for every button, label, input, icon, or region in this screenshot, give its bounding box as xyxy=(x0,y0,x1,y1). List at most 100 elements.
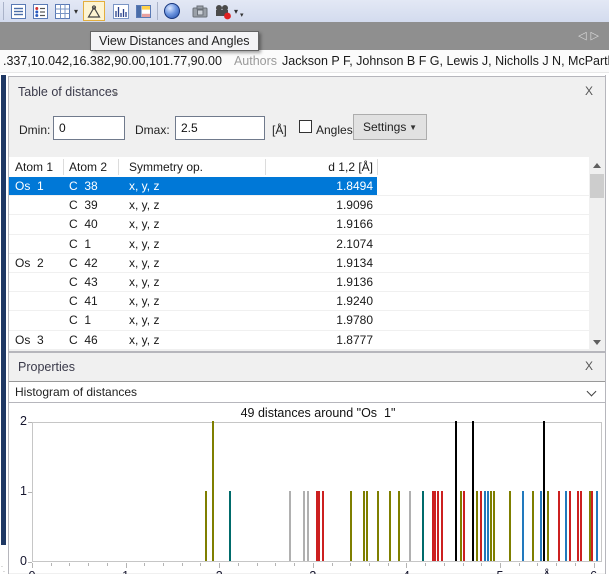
y-axis-label: 0 xyxy=(11,554,27,568)
properties-selector[interactable]: Histogram of distances xyxy=(9,381,605,403)
table-scrollbar[interactable] xyxy=(589,157,605,350)
cell-atom2: C 38 xyxy=(69,179,98,193)
cell-atom2: C 39 xyxy=(69,198,98,212)
properties-panel: Properties X Histogram of distances 49 d… xyxy=(8,352,606,574)
close-icon[interactable]: X xyxy=(581,83,597,99)
cell-atom2: C 1 xyxy=(69,313,91,327)
dmax-input[interactable] xyxy=(175,116,265,140)
histogram-bar xyxy=(455,421,457,561)
sphere-icon[interactable] xyxy=(161,1,183,21)
distance-controls: Dmin: Dmax: [Å] Angles Settings ▼ xyxy=(9,107,605,157)
histogram-bar xyxy=(307,491,309,561)
x-axis-tick xyxy=(575,563,576,566)
histogram-bar xyxy=(472,421,474,561)
cell-distance: 1.8777 xyxy=(273,333,373,347)
y-axis-label: 1 xyxy=(11,484,27,498)
x-axis-tick xyxy=(69,563,70,566)
x-axis-label: 5 xyxy=(485,569,515,574)
table-row[interactable]: C 41 x, y, z 1.9240 xyxy=(9,292,589,311)
data-grid-dropdown-arrow[interactable]: ▾ xyxy=(74,7,78,16)
histogram-bar xyxy=(389,491,391,561)
cell-symmetry: x, y, z xyxy=(129,217,159,231)
cell-symmetry: x, y, z xyxy=(129,198,159,212)
scrollbar-thumb[interactable] xyxy=(590,174,604,198)
histogram-bar xyxy=(580,491,582,561)
histogram-bar xyxy=(487,491,489,561)
histogram-icon[interactable] xyxy=(110,1,132,21)
histogram-bar xyxy=(509,491,511,561)
distances-panel-titlebar: Table of distances ▾ X xyxy=(9,77,605,107)
header-distance[interactable]: d 1,2 [Å] xyxy=(273,160,373,174)
movie-record-icon[interactable] xyxy=(211,1,233,21)
cell-atom2: C 43 xyxy=(69,275,98,289)
histogram-bar xyxy=(434,491,436,561)
table-row[interactable]: C 1 x, y, z 1.9780 xyxy=(9,311,589,330)
cell-atom2: C 42 xyxy=(69,256,98,270)
angles-checkbox[interactable] xyxy=(299,120,312,133)
y-axis-label: 2 xyxy=(11,414,27,428)
cell-distance: 1.9166 xyxy=(273,217,373,231)
table-row[interactable]: Os 3 C 46 x, y, z 1.8777 xyxy=(9,331,589,350)
cell-symmetry: x, y, z xyxy=(129,275,159,289)
y-axis-tick xyxy=(28,492,32,493)
x-axis-label: 4 xyxy=(391,569,421,574)
table-row[interactable]: Os 2 C 42 x, y, z 1.9134 xyxy=(9,254,589,273)
property-table-icon[interactable] xyxy=(132,1,154,21)
distances-table-body: Os 1 C 38 x, y, z 1.8494 C 39 x, y, z 1.… xyxy=(9,177,589,350)
cell-atom1: Os 2 xyxy=(15,256,44,270)
colored-list-icon[interactable] xyxy=(29,1,51,21)
histogram-bar xyxy=(460,491,462,561)
x-axis-tick xyxy=(275,563,276,566)
application-window: ▾ ▾ ▾ ◁▷ View Distances and Angles .337,… xyxy=(0,0,609,574)
x-axis-tick xyxy=(257,563,258,566)
close-icon[interactable]: X xyxy=(581,358,597,374)
header-atom2[interactable]: Atom 2 xyxy=(69,160,107,174)
header-symmetry[interactable]: Symmetry op. xyxy=(129,160,203,174)
table-row[interactable]: Os 1 C 38 x, y, z 1.8494 xyxy=(9,177,589,196)
x-axis-tick xyxy=(238,563,239,566)
x-axis-tick xyxy=(388,563,389,566)
panel-menu-arrow-icon[interactable]: ▾ xyxy=(113,89,117,98)
dmin-input[interactable] xyxy=(53,116,125,140)
data-grid-icon[interactable] xyxy=(51,1,73,21)
scroll-down-icon[interactable] xyxy=(589,334,605,350)
histogram-bar xyxy=(205,491,207,561)
histogram-bar xyxy=(543,421,545,561)
table-row[interactable]: C 40 x, y, z 1.9166 xyxy=(9,215,589,234)
x-axis-tick xyxy=(332,563,333,566)
settings-dropdown-arrow: ▼ xyxy=(409,123,417,132)
table-row[interactable]: C 39 x, y, z 1.9096 xyxy=(9,196,589,215)
histogram-bar xyxy=(490,491,492,561)
x-axis-tick xyxy=(88,563,89,566)
distances-panel-title: Table of distances xyxy=(18,85,118,99)
toolbar-overflow-arrow[interactable]: ▾ xyxy=(240,11,244,19)
structure-list-icon[interactable] xyxy=(7,1,29,21)
chart-title: 49 distances around "Os 1" xyxy=(33,406,603,420)
scroll-up-icon[interactable] xyxy=(589,157,605,173)
distances-panel: Table of distances ▾ X Dmin: Dmax: [Å] A… xyxy=(8,76,606,352)
cell-atom2: C 46 xyxy=(69,333,98,347)
x-axis-tick xyxy=(144,563,145,566)
table-row[interactable]: C 1 x, y, z 2.1074 xyxy=(9,235,589,254)
movie-dropdown-arrow[interactable]: ▾ xyxy=(234,7,238,16)
dmin-label: Dmin: xyxy=(19,123,50,137)
x-axis-tick xyxy=(537,563,538,566)
angles-label: Angles xyxy=(316,123,353,137)
x-axis-tick xyxy=(594,563,595,568)
authors-label: Authors xyxy=(234,54,277,68)
x-axis-tick xyxy=(444,563,445,566)
table-row[interactable]: C 43 x, y, z 1.9136 xyxy=(9,273,589,292)
histogram-bar xyxy=(596,491,598,561)
header-atom1[interactable]: Atom 1 xyxy=(15,160,53,174)
settings-button[interactable]: Settings ▼ xyxy=(353,114,427,140)
snapshot-camera-icon[interactable] xyxy=(189,1,211,21)
x-axis-tick xyxy=(519,563,520,566)
page-nav-arrows[interactable]: ◁▷ xyxy=(578,29,603,42)
x-axis-tick xyxy=(500,563,501,568)
distances-angles-icon[interactable] xyxy=(83,1,105,21)
x-axis-tick xyxy=(163,563,164,566)
dock-divider[interactable] xyxy=(1,75,6,545)
y-axis-tick xyxy=(28,422,32,423)
histogram-bar xyxy=(398,491,400,561)
histogram-bar xyxy=(422,491,424,561)
